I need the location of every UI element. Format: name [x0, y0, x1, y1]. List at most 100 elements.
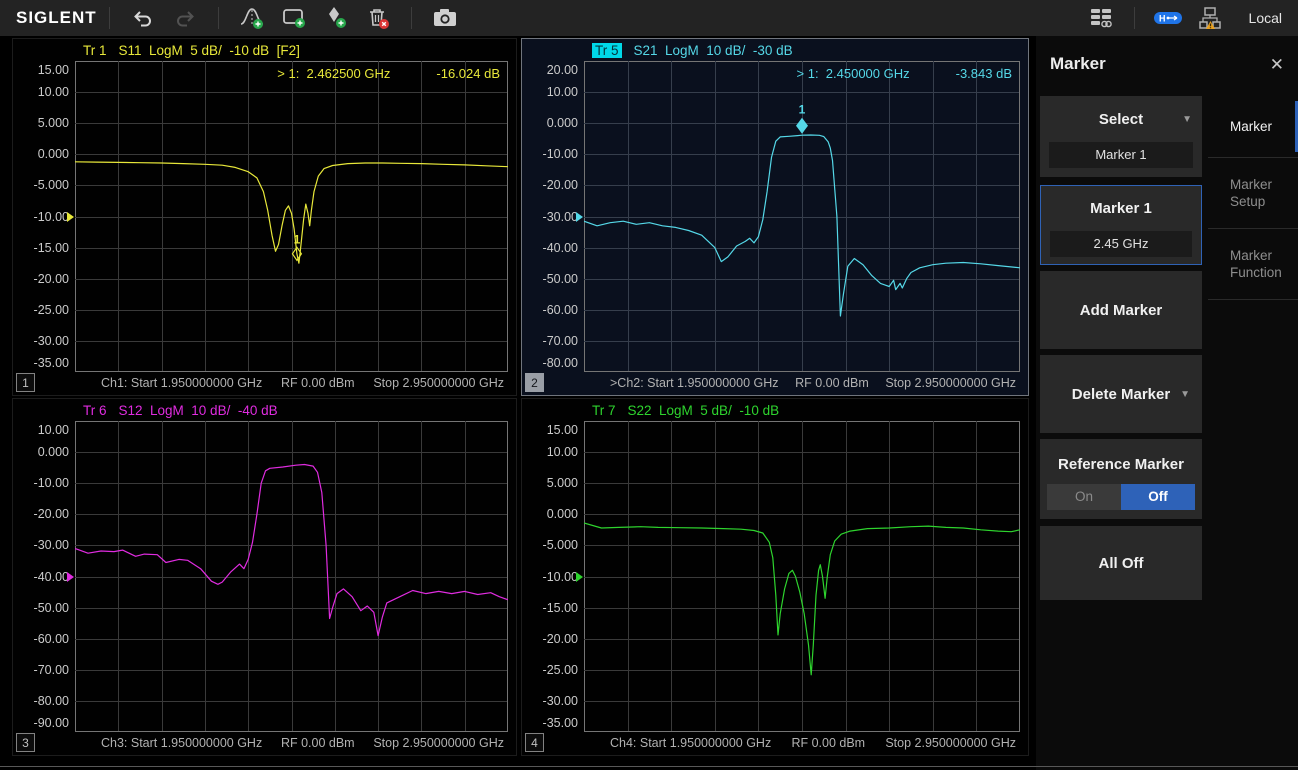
- toolbar-separator: [411, 7, 412, 29]
- y-tick-label: -80.00: [34, 694, 69, 708]
- plot-area[interactable]: [75, 421, 508, 732]
- chart-window-4[interactable]: Tr 7 S22 LogM 5 dB/ -10 dB 15.0010.005.0…: [521, 398, 1029, 756]
- trace-measurement: S22 LogM 5 dB/ -10 dB: [628, 403, 780, 418]
- add-window-button[interactable]: [278, 4, 310, 32]
- local-mode-label[interactable]: Local: [1249, 10, 1282, 26]
- y-tick-label: 0.000: [38, 445, 69, 459]
- delete-trace-button[interactable]: [362, 4, 394, 32]
- channel-start-label: >Ch2: Start 1.950000000 GHz: [610, 376, 779, 390]
- channel-start-label: Ch4: Start 1.950000000 GHz: [610, 736, 771, 750]
- y-tick-label: -70.00: [34, 663, 69, 677]
- window-number-badge[interactable]: 1: [16, 373, 35, 392]
- lan-status-button[interactable]: [1194, 4, 1226, 32]
- chart-window-3[interactable]: Tr 6 S12 LogM 10 dB/ -40 dB 10.000.000-1…: [12, 398, 517, 756]
- plot-area[interactable]: 1 > 1: 2.450000 GHz -3.843 dB: [584, 61, 1020, 372]
- y-tick-label: -20.00: [34, 507, 69, 521]
- channel-footer: 3 Ch3: Start 1.950000000 GHz RF 0.00 dBm…: [13, 732, 516, 754]
- y-tick-label: -80.00: [543, 356, 578, 370]
- usb-status-button[interactable]: H: [1152, 4, 1184, 32]
- add-trace-button[interactable]: [236, 4, 268, 32]
- window-number-badge[interactable]: 2: [525, 373, 544, 392]
- bottom-divider: [0, 766, 1298, 767]
- plot-area[interactable]: 1 > 1: 2.462500 GHz -16.024 dB: [75, 61, 508, 372]
- y-tick-label: -50.00: [34, 601, 69, 615]
- reference-marker-label: Reference Marker: [1040, 456, 1202, 473]
- y-tick-label: 0.000: [547, 116, 578, 130]
- y-tick-label: -40.00: [543, 241, 578, 255]
- window-number-badge[interactable]: 4: [525, 733, 544, 752]
- trace-name[interactable]: Tr 7: [592, 403, 616, 418]
- add-marker-button[interactable]: Add Marker: [1040, 271, 1202, 349]
- channel-manager-button[interactable]: [1085, 4, 1117, 32]
- chart-canvas: 1: [75, 61, 508, 372]
- y-tick-label: 0.000: [547, 507, 578, 521]
- marker-diamond-icon[interactable]: [796, 118, 808, 134]
- tab-marker-setup[interactable]: Marker Setup: [1208, 158, 1298, 229]
- selected-marker-value[interactable]: Marker 1: [1049, 142, 1193, 168]
- screenshot-button[interactable]: [429, 4, 461, 32]
- marker-readout: > 1: 2.450000 GHz -3.843 dB: [797, 66, 1012, 81]
- close-icon[interactable]: ✕: [1270, 56, 1284, 73]
- add-marker-button[interactable]: [320, 4, 352, 32]
- channel-stop-label: Stop 2.950000000 GHz: [885, 736, 1016, 750]
- y-tick-label: -5.000: [543, 538, 578, 552]
- trace-header: Tr 7 S22 LogM 5 dB/ -10 dB: [522, 400, 1028, 421]
- window-number-badge[interactable]: 3: [16, 733, 35, 752]
- marker-1-card[interactable]: Marker 1 2.45 GHz: [1040, 185, 1202, 265]
- plot-area[interactable]: [584, 421, 1020, 732]
- chevron-down-icon: ▼: [1180, 389, 1190, 400]
- trace-name[interactable]: Tr 6: [83, 403, 107, 418]
- add-marker-icon: [323, 5, 349, 31]
- add-marker-label: Add Marker: [1080, 302, 1163, 319]
- usb-host-letter: H: [1159, 14, 1166, 24]
- select-label: Select: [1099, 111, 1143, 128]
- channel-stop-label: Stop 2.950000000 GHz: [885, 376, 1016, 390]
- y-tick-label: 20.00: [547, 63, 578, 77]
- tab-marker[interactable]: Marker: [1208, 96, 1298, 158]
- undo-icon: [131, 6, 155, 30]
- y-tick-label: -30.00: [34, 538, 69, 552]
- toolbar-separator: [1134, 7, 1135, 29]
- y-tick-label: -10.00: [543, 570, 578, 584]
- all-off-button[interactable]: All Off: [1040, 526, 1202, 600]
- y-axis-labels: 15.0010.005.0000.000-5.000-10.00-15.00-2…: [522, 421, 584, 732]
- trace-header: Tr 6 S12 LogM 10 dB/ -40 dB: [13, 400, 516, 421]
- undo-button[interactable]: [127, 4, 159, 32]
- delete-marker-dropdown[interactable]: Delete Marker ▼: [1040, 355, 1202, 433]
- reference-level-arrow-icon[interactable]: [67, 212, 74, 222]
- marker-select-dropdown[interactable]: Select ▼ Marker 1: [1040, 96, 1202, 177]
- marker-1-label: Marker 1: [1090, 200, 1152, 217]
- chart-canvas: [75, 421, 508, 732]
- reference-level-arrow-icon[interactable]: [576, 572, 583, 582]
- trace-line: [75, 162, 508, 263]
- trace-name-selected[interactable]: Tr 5: [592, 43, 622, 58]
- y-tick-label: -30.00: [34, 334, 69, 348]
- channel-rf-label: RF 0.00 dBm: [791, 736, 865, 750]
- y-tick-label: -30.00: [543, 694, 578, 708]
- marker-readout-value: -16.024 dB: [436, 66, 500, 81]
- reference-level-arrow-icon[interactable]: [576, 212, 583, 222]
- trace-measurement: S12 LogM 10 dB/ -40 dB: [119, 403, 278, 418]
- reference-level-arrow-icon[interactable]: [67, 572, 74, 582]
- y-tick-label: -20.00: [543, 178, 578, 192]
- trace-measurement: S11 LogM 5 dB/ -10 dB [F2]: [119, 43, 300, 58]
- usb-icon: H: [1153, 9, 1183, 27]
- chevron-down-icon: ▼: [1182, 114, 1192, 125]
- toggle-off-option[interactable]: Off: [1121, 484, 1195, 510]
- chart-window-2[interactable]: Tr 5 S21 LogM 10 dB/ -30 dB 20.0010.000.…: [521, 38, 1029, 396]
- toggle-on-option[interactable]: On: [1047, 484, 1121, 510]
- redo-button[interactable]: [169, 4, 201, 32]
- tab-marker-function[interactable]: Marker Function: [1208, 229, 1298, 300]
- toolbar-separator: [218, 7, 219, 29]
- channel-stop-label: Stop 2.950000000 GHz: [373, 736, 504, 750]
- channel-manager-icon: [1088, 5, 1114, 31]
- marker-readout-freq: > 1: 2.450000 GHz: [797, 66, 910, 81]
- y-tick-label: -10.00: [34, 210, 69, 224]
- trace-name[interactable]: Tr 1: [83, 43, 107, 58]
- chart-canvas: 1: [584, 61, 1020, 372]
- trace-measurement: S21 LogM 10 dB/ -30 dB: [634, 43, 793, 58]
- channel-footer: 1 Ch1: Start 1.950000000 GHz RF 0.00 dBm…: [13, 372, 516, 394]
- marker-1-frequency-field[interactable]: 2.45 GHz: [1050, 231, 1192, 257]
- screenshot-icon: [432, 5, 458, 31]
- chart-window-1[interactable]: Tr 1 S11 LogM 5 dB/ -10 dB [F2] 15.0010.…: [12, 38, 517, 396]
